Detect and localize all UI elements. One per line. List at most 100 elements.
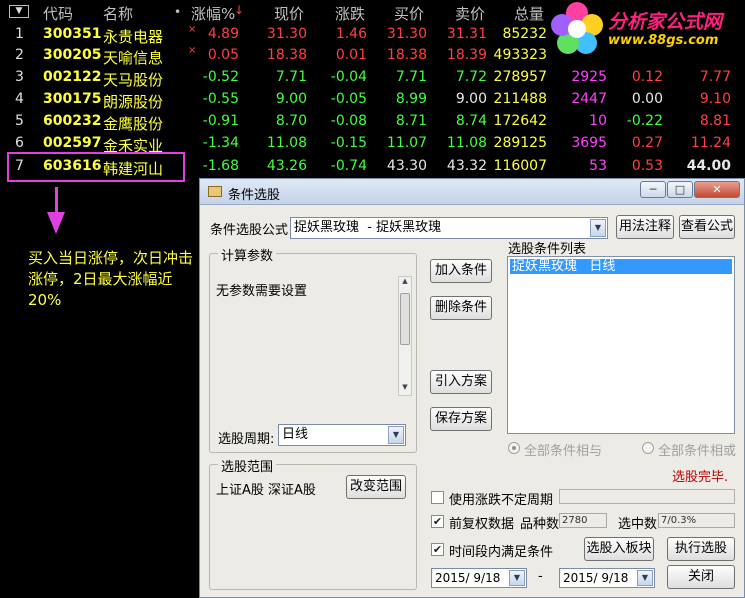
date-to-picker[interactable]: 2015/ 9/18 ▼ bbox=[559, 568, 655, 588]
list-item[interactable]: 捉妖黑玫瑰 日线 bbox=[510, 259, 732, 274]
scroll-thumb[interactable] bbox=[400, 293, 410, 345]
header-ask[interactable]: 卖价 bbox=[455, 3, 485, 24]
change-cell: -0.15 bbox=[330, 135, 367, 151]
change-cell: -0.74 bbox=[330, 158, 367, 174]
minimize-button[interactable]: ─ bbox=[640, 181, 666, 198]
current-volume-cell: 10 bbox=[589, 113, 607, 129]
chevron-down-icon[interactable]: ▼ bbox=[388, 426, 404, 444]
price-cell: 18.38 bbox=[266, 47, 307, 63]
date-from-picker[interactable]: 2015/ 9/18 ▼ bbox=[431, 568, 527, 588]
bid-cell: 11.07 bbox=[386, 135, 427, 151]
date-from-value: 2015/ 9/18 bbox=[435, 571, 501, 585]
volume-cell: 211488 bbox=[493, 91, 547, 107]
import-scheme-button[interactable]: 引入方案 bbox=[430, 370, 492, 394]
header-name[interactable]: 名称 bbox=[103, 3, 133, 24]
time-condition-checkbox[interactable]: ✔ bbox=[431, 543, 444, 556]
sort-desc-icon: ↓ bbox=[234, 3, 245, 17]
highlight-box bbox=[7, 152, 185, 182]
radio-or-label: 全部条件相或 bbox=[658, 444, 737, 459]
radio-or[interactable] bbox=[642, 442, 654, 454]
view-formula-button[interactable]: 查看公式 bbox=[679, 215, 735, 239]
save-to-block-button[interactable]: 选股入板块 bbox=[584, 537, 654, 561]
ask-cell: 7.72 bbox=[455, 69, 487, 85]
maximize-button[interactable]: □ bbox=[667, 181, 693, 198]
row-index: 6 bbox=[15, 135, 24, 151]
ask-cell: 18.39 bbox=[446, 47, 487, 63]
high-cell: 11.24 bbox=[690, 135, 731, 151]
count-label: 品种数 bbox=[520, 517, 560, 532]
unfixed-period-checkbox[interactable] bbox=[431, 491, 444, 504]
period-value: 日线 bbox=[282, 427, 309, 442]
chevron-down-icon[interactable]: ▼ bbox=[509, 570, 525, 586]
table-row[interactable]: 4 300175 朗源股份 -0.55 9.00 -0.05 8.99 9.00… bbox=[0, 89, 745, 111]
params-group-label: 计算参数 bbox=[218, 245, 277, 264]
header-volume[interactable]: 总量 bbox=[514, 3, 544, 24]
bid-cell: 8.99 bbox=[395, 91, 427, 107]
radio-and[interactable] bbox=[508, 442, 520, 454]
time-condition-label: 时间段内满足条件 bbox=[449, 545, 554, 560]
volume-cell: 172642 bbox=[493, 113, 547, 129]
folder-icon bbox=[208, 186, 222, 197]
sort-toggle-button[interactable]: ▼ bbox=[9, 5, 29, 18]
triangle-down-icon: ▼ bbox=[15, 6, 23, 16]
change-range-button[interactable]: 改变范围 bbox=[346, 475, 406, 499]
table-row[interactable]: 3 002122 天马股份 -0.52 7.71 -0.04 7.71 7.72… bbox=[0, 67, 745, 89]
flag-mark: × bbox=[188, 24, 197, 35]
row-index: 2 bbox=[15, 47, 24, 63]
adjusted-data-label: 前复权数据 bbox=[449, 517, 515, 532]
chevron-down-icon[interactable]: ▼ bbox=[590, 219, 606, 237]
pct-cell: -1.34 bbox=[202, 135, 239, 151]
stock-name: 金鹰股份 bbox=[103, 115, 164, 133]
change-cell: -0.08 bbox=[330, 113, 367, 129]
ask-cell: 11.08 bbox=[446, 135, 487, 151]
delete-condition-button[interactable]: 删除条件 bbox=[430, 296, 492, 320]
stock-code: 002122 bbox=[43, 69, 102, 85]
date-separator: - bbox=[538, 569, 543, 584]
save-scheme-button[interactable]: 保存方案 bbox=[430, 407, 492, 431]
pct-cell: -0.91 bbox=[202, 113, 239, 129]
scroll-up-icon[interactable]: ▲ bbox=[399, 277, 411, 289]
period-select[interactable]: 日线 ▼ bbox=[278, 424, 406, 446]
volume-cell: 116007 bbox=[493, 158, 547, 174]
header-bid[interactable]: 买价 bbox=[394, 3, 424, 24]
usage-button[interactable]: 用法注释 bbox=[616, 215, 674, 239]
formula-select[interactable]: 捉妖黑玫瑰 - 捉妖黑玫瑰 ▼ bbox=[290, 217, 608, 239]
flag-mark: × bbox=[188, 45, 197, 56]
close-icon[interactable]: ✕ bbox=[694, 181, 740, 198]
annotation-note: 买入当日涨停，次日冲击涨停，2日最大涨幅近20% bbox=[28, 249, 194, 309]
unfixed-period-label: 使用涨跌不定周期 bbox=[449, 493, 554, 508]
change-cell: -0.05 bbox=[330, 91, 367, 107]
bid-cell: 31.30 bbox=[386, 26, 427, 42]
progress-bar bbox=[559, 489, 735, 504]
logo-text: 分析家公式网 bbox=[608, 11, 723, 33]
volume-cell: 493323 bbox=[493, 47, 547, 63]
header-code[interactable]: 代码 bbox=[43, 3, 73, 24]
row-index: 5 bbox=[15, 113, 24, 129]
add-condition-button[interactable]: 加入条件 bbox=[430, 259, 492, 283]
speed-cell: 0.00 bbox=[631, 91, 663, 107]
hit-field: 7/0.3% bbox=[658, 513, 735, 528]
header-price[interactable]: 现价 bbox=[274, 3, 304, 24]
run-selection-button[interactable]: 执行选股 bbox=[667, 537, 735, 561]
dialog-titlebar[interactable]: 条件选股 ─ □ ✕ bbox=[200, 179, 744, 205]
scroll-down-icon[interactable]: ▼ bbox=[399, 383, 411, 395]
conditions-list[interactable]: 捉妖黑玫瑰 日线 bbox=[507, 256, 735, 434]
stock-code: 300175 bbox=[43, 91, 102, 107]
close-button[interactable]: 关闭 bbox=[667, 565, 735, 589]
pct-cell: -1.68 bbox=[202, 158, 239, 174]
price-cell: 43.26 bbox=[266, 158, 307, 174]
logo-url: www.88gs.com bbox=[608, 33, 719, 48]
header-change[interactable]: 涨跌 bbox=[335, 3, 365, 24]
radio-and-label: 全部条件相与 bbox=[524, 444, 603, 459]
flower-logo-icon bbox=[551, 2, 603, 54]
params-scrollbar[interactable]: ▲ ▼ bbox=[398, 276, 412, 396]
speed-cell: 0.27 bbox=[631, 135, 663, 151]
header-dot: • bbox=[174, 5, 182, 19]
header-pct[interactable]: 涨幅% bbox=[191, 3, 235, 24]
dialog-title: 条件选股 bbox=[228, 188, 281, 203]
table-row[interactable]: 5 600232 金鹰股份 -0.91 8.70 -0.08 8.71 8.74… bbox=[0, 111, 745, 133]
formula-value: 捉妖黑玫瑰 - 捉妖黑玫瑰 bbox=[294, 220, 442, 235]
adjusted-data-checkbox[interactable]: ✔ bbox=[431, 515, 444, 528]
chevron-down-icon[interactable]: ▼ bbox=[637, 570, 653, 586]
current-volume-cell: 53 bbox=[589, 158, 607, 174]
